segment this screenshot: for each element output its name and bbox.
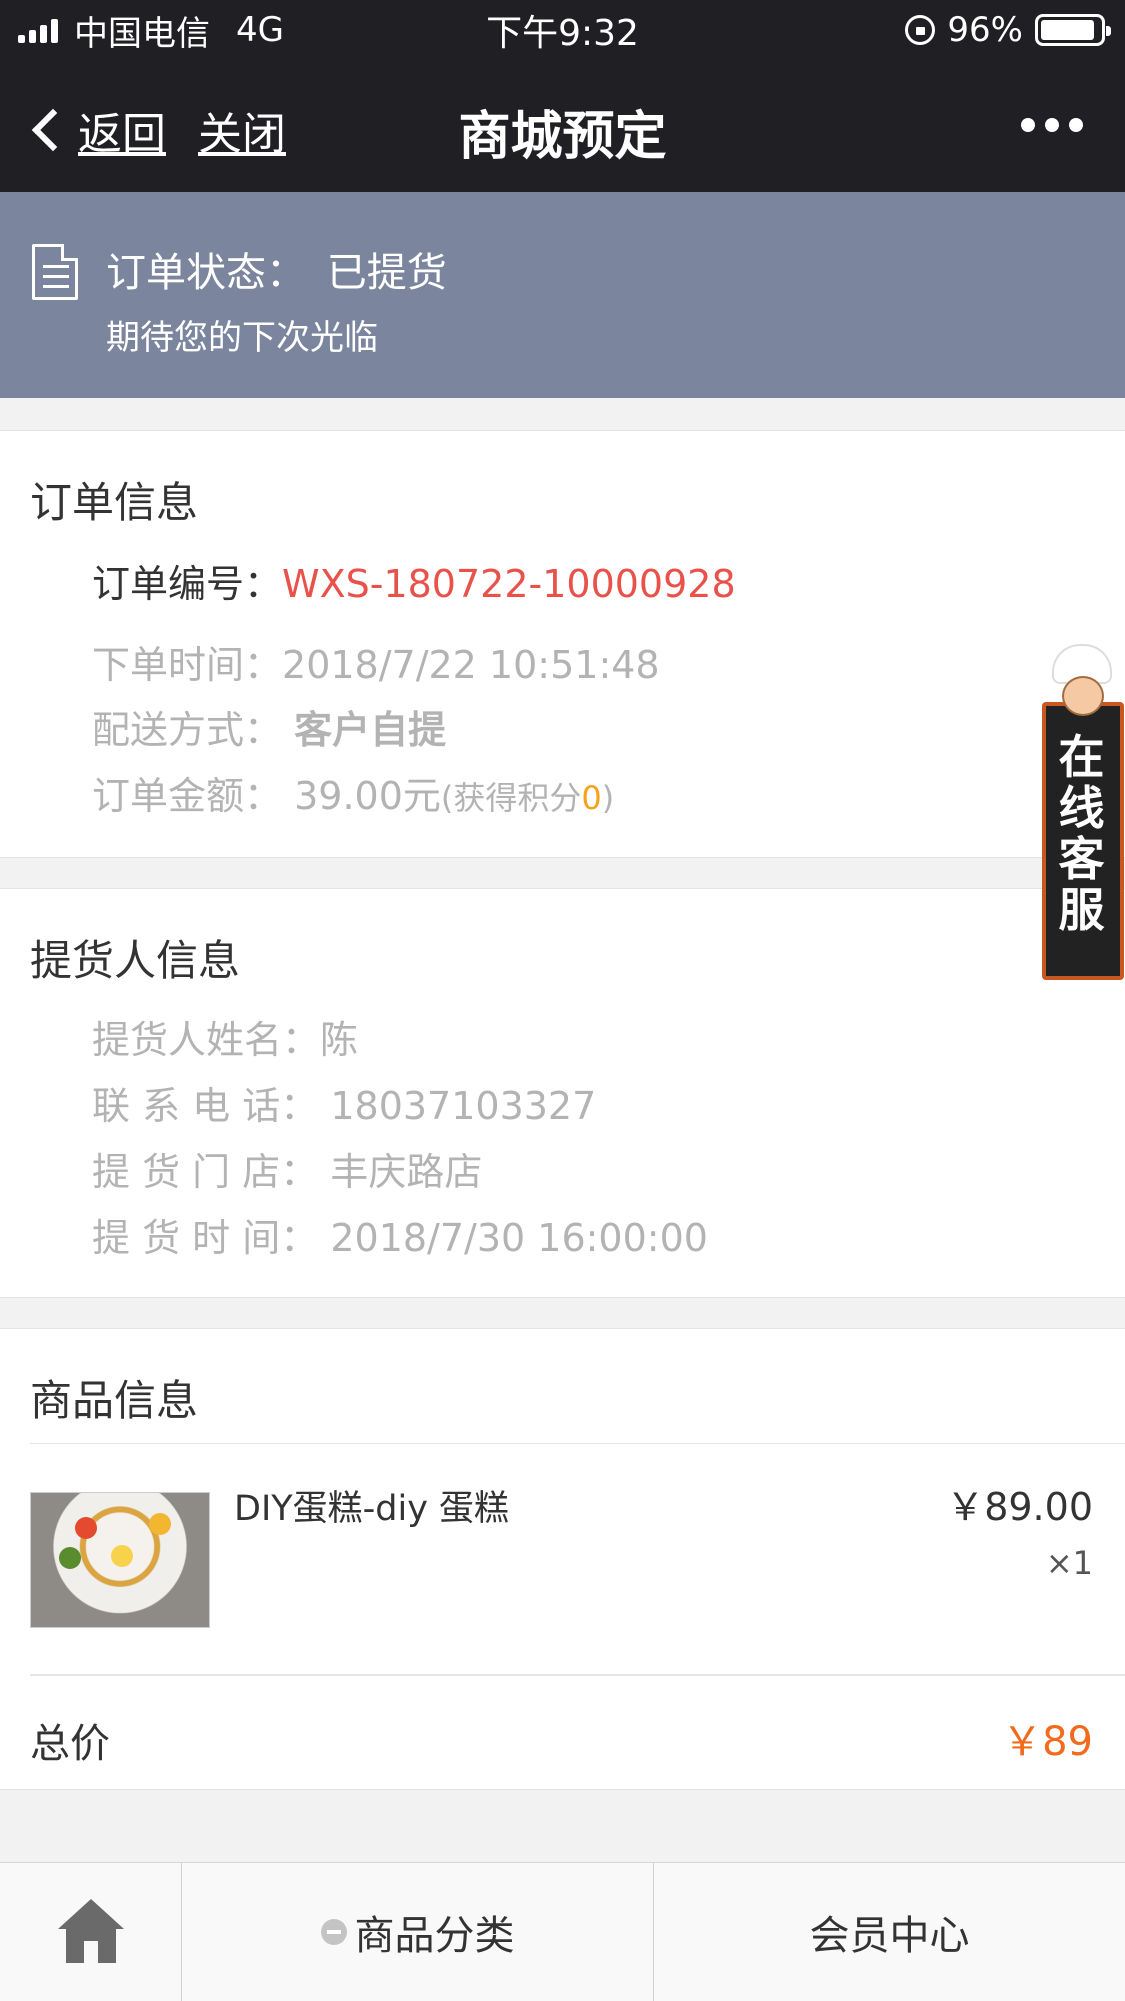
back-label: 返回 [78, 109, 166, 160]
pickup-store-row: 提 货 门 店： 丰庆路店 [92, 1141, 482, 1196]
order-status-label: 订单状态： [106, 250, 306, 296]
order-status-value: 已提货 [326, 250, 447, 296]
network-type: 4G [236, 10, 284, 50]
status-bar: 中国电信 4G 下午9:32 96% [0, 0, 1125, 60]
order-number-label: 订单编号： [92, 562, 283, 606]
order-status-subtitle: 期待您的下次光临 [106, 318, 378, 358]
order-info-title: 订单信息 [30, 478, 199, 527]
product-item[interactable]: DIY蛋糕-diy 蛋糕 ￥89.00 ×1 [0, 1444, 1125, 1672]
points-prefix: (获得积分 [440, 779, 582, 817]
product-image [30, 1492, 210, 1628]
document-icon [32, 244, 78, 300]
order-info-card: 订单信息 订单编号：WXS-180722-10000928 下单时间：2018/… [0, 430, 1125, 858]
tab-category-label: 商品分类 [354, 1913, 515, 1959]
signal-icon [18, 17, 58, 43]
battery-icon [1035, 14, 1111, 46]
tab-category[interactable]: 商品分类 [182, 1863, 654, 2001]
home-icon [56, 1899, 126, 1965]
rotation-lock-icon [905, 15, 936, 45]
carrier-name: 中国电信 [74, 13, 210, 54]
order-time-value: 2018/7/22 10:51:48 [282, 643, 660, 687]
online-service-widget[interactable]: 在线客服 [1038, 646, 1125, 980]
chevron-left-icon [31, 108, 75, 152]
pickup-name-value: 陈 [320, 1018, 359, 1062]
order-amount-value: 39.00元 [294, 774, 441, 818]
page-title: 商城预定 [458, 107, 667, 167]
pickup-phone-row: 联 系 电 话： 18037103327 [92, 1075, 596, 1130]
close-button[interactable]: 关闭 [198, 98, 286, 162]
order-status-banner: 订单状态： 已提货 期待您的下次光临 [0, 192, 1125, 398]
online-service-label: 在线客服 [1038, 732, 1125, 936]
online-service-text: 在线客服 [1058, 730, 1105, 937]
fruit-decoration [111, 1545, 133, 1567]
total-divider [30, 1674, 1125, 1676]
pickup-name-row: 提货人姓名：陈 [92, 1009, 358, 1064]
order-number-value: WXS-180722-10000928 [282, 562, 736, 606]
pickup-store-label: 提 货 门 店： [92, 1150, 319, 1194]
delivery-method-label: 配送方式： [92, 708, 283, 752]
product-info-title: 商品信息 [30, 1376, 199, 1425]
order-amount-row: 订单金额： 39.00元(获得积分0) [92, 765, 614, 820]
fruit-decoration [75, 1517, 97, 1539]
order-number-row: 订单编号：WXS-180722-10000928 [92, 553, 736, 608]
order-status-line: 订单状态： 已提货 [106, 240, 447, 298]
tab-member-label: 会员中心 [809, 1913, 970, 1959]
pickup-info-title: 提货人信息 [30, 936, 241, 985]
delivery-method-value: 客户自提 [294, 708, 447, 752]
pickup-time-row: 提 货 时 间： 2018/7/30 16:00:00 [92, 1207, 708, 1262]
fruit-decoration [149, 1513, 171, 1535]
tab-home[interactable] [0, 1863, 182, 2001]
pickup-name-label: 提货人姓名： [92, 1018, 321, 1062]
pickup-phone-label: 联 系 电 话： [92, 1084, 319, 1128]
nav-bar: 返回 关闭 商城预定 [0, 60, 1125, 192]
total-price: ￥89 [1002, 1719, 1093, 1765]
category-icon [320, 1919, 347, 1945]
pickup-store-value: 丰庆路店 [330, 1150, 483, 1194]
delivery-method-row: 配送方式： 客户自提 [92, 699, 446, 754]
status-right: 96% [905, 10, 1111, 50]
back-button[interactable]: 返回 [26, 98, 166, 162]
pickup-time-label: 提 货 时 间： [92, 1216, 319, 1260]
product-quantity: ×1 [1045, 1544, 1093, 1582]
order-amount-label: 订单金额： [92, 774, 283, 818]
battery-percent: 96% [947, 10, 1023, 50]
points-value: 0 [581, 779, 602, 817]
order-time-row: 下单时间：2018/7/22 10:51:48 [92, 634, 660, 689]
chef-icon [1038, 646, 1125, 716]
pickup-info-card: 提货人信息 提货人姓名：陈 联 系 电 话： 18037103327 提 货 门… [0, 888, 1125, 1298]
product-name: DIY蛋糕-diy 蛋糕 [234, 1489, 510, 1529]
total-label: 总价 [30, 1721, 110, 1767]
product-price: ￥89.00 [946, 1485, 1093, 1529]
tab-member-center[interactable]: 会员中心 [654, 1863, 1125, 2001]
pickup-time-value: 2018/7/30 16:00:00 [330, 1216, 708, 1260]
status-left: 中国电信 4G [18, 6, 284, 55]
fruit-decoration [59, 1547, 81, 1569]
product-info-card: 商品信息 DIY蛋糕-diy 蛋糕 ￥89.00 ×1 总价 ￥89 [0, 1328, 1125, 1790]
points-suffix: ) [601, 779, 615, 817]
more-dots-icon[interactable] [1021, 118, 1083, 132]
order-time-label: 下单时间： [92, 643, 283, 687]
pickup-phone-value: 18037103327 [330, 1084, 597, 1128]
bottom-tab-bar: 商品分类 会员中心 [0, 1862, 1125, 2001]
